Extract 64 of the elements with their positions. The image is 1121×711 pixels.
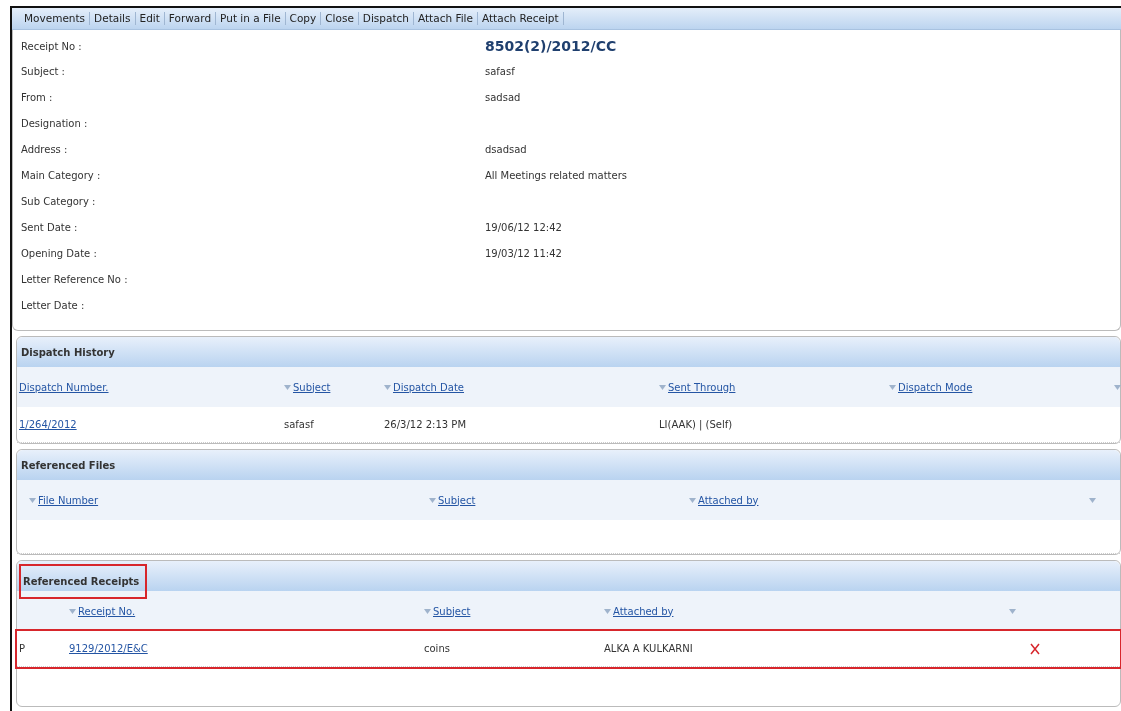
column-header-link[interactable]: Attached by [698, 494, 759, 506]
field-label: Address : [21, 142, 69, 157]
toolbar-button[interactable]: Forward [164, 12, 217, 25]
toolbar-button[interactable]: Attach File [413, 12, 478, 25]
column-header-link[interactable]: File Number [38, 494, 99, 506]
sort-arrow-icon[interactable] [1114, 385, 1121, 390]
field-label: Designation : [21, 116, 89, 131]
field-label: Main Category : [21, 168, 102, 183]
table-cell: coins [424, 643, 450, 654]
toolbar-button[interactable]: Put in a File [216, 12, 286, 25]
field-label: From : [21, 90, 54, 105]
toolbar-button[interactable]: Details [90, 12, 136, 25]
sort-arrow-icon[interactable] [429, 498, 436, 503]
field-label: Receipt No : [21, 39, 83, 54]
section-title: Referenced Files [21, 458, 116, 473]
field-value: 8502(2)/2012/CC [485, 36, 618, 56]
toolbar-button[interactable]: Movements [20, 12, 91, 25]
table-cell: 26/3/12 2:13 PM [384, 419, 467, 430]
toolbar-button[interactable]: Dispatch [358, 12, 414, 25]
field-value: 19/03/12 11:42 [485, 246, 563, 261]
toolbar-button[interactable]: Attach Receipt [478, 12, 564, 25]
table-cell: P [19, 643, 26, 654]
delete-icon[interactable] [1029, 643, 1041, 655]
table-link[interactable]: 1/264/2012 [19, 419, 77, 430]
table-cell: ALKA A KULKARNI [604, 643, 693, 654]
sort-arrow-icon[interactable] [424, 609, 431, 614]
field-label: Opening Date : [21, 246, 98, 261]
column-header-link[interactable]: Subject [293, 381, 331, 393]
field-label: Sent Date : [21, 220, 79, 235]
column-header-link[interactable]: Dispatch Date [393, 381, 464, 393]
table-link[interactable]: 9129/2012/E&C [69, 643, 148, 654]
column-header-link[interactable]: Subject [438, 494, 476, 506]
section-title: Referenced Receipts [21, 565, 146, 597]
sort-arrow-icon[interactable] [889, 385, 896, 390]
column-header-link[interactable]: Subject [433, 605, 471, 617]
column-header-link[interactable]: Sent Through [668, 381, 736, 393]
sort-arrow-icon[interactable] [29, 498, 36, 503]
field-value: sadsad [485, 90, 522, 105]
column-header-link[interactable]: Dispatch Mode [898, 381, 973, 393]
field-label: Subject : [21, 64, 66, 79]
sort-arrow-icon[interactable] [1009, 609, 1016, 614]
column-header-link[interactable]: Dispatch Number. [19, 381, 109, 393]
toolbar-button[interactable]: Close [321, 12, 359, 25]
field-value: All Meetings related matters [485, 168, 629, 183]
section-title: Dispatch History [21, 345, 115, 360]
sort-arrow-icon[interactable] [659, 385, 666, 390]
field-label: Letter Date : [21, 298, 86, 313]
column-header-link[interactable]: Attached by [613, 605, 674, 617]
sort-arrow-icon[interactable] [284, 385, 291, 390]
field-label: Letter Reference No : [21, 272, 129, 287]
field-value: safasf [485, 64, 516, 79]
sort-arrow-icon[interactable] [1089, 498, 1096, 503]
sort-arrow-icon[interactable] [604, 609, 611, 614]
field-label: Sub Category : [21, 194, 97, 209]
column-header-link[interactable]: Receipt No. [78, 605, 136, 617]
table-cell: safasf [284, 419, 314, 430]
toolbar-button[interactable]: Copy [285, 12, 322, 25]
sort-arrow-icon[interactable] [69, 609, 76, 614]
sort-arrow-icon[interactable] [384, 385, 391, 390]
toolbar-button[interactable]: Edit [135, 12, 165, 25]
field-value: dsadsad [485, 142, 528, 157]
field-value: 19/06/12 12:42 [485, 220, 563, 235]
table-cell: LI(AAK) | (Self) [659, 419, 733, 430]
sort-arrow-icon[interactable] [689, 498, 696, 503]
